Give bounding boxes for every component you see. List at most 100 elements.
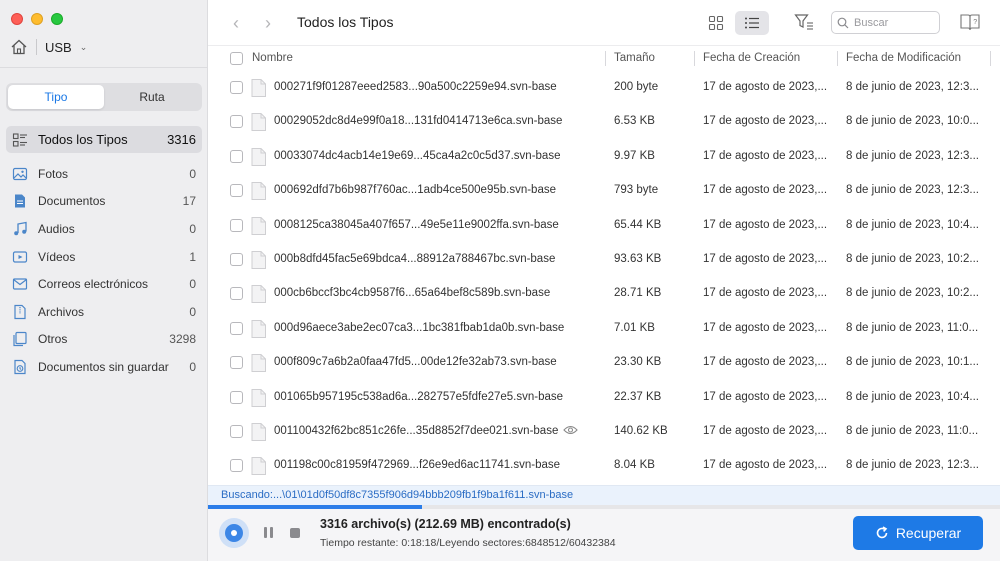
category-label: Todos los Tipos <box>38 132 128 147</box>
row-checkbox[interactable] <box>230 115 243 129</box>
category-label: Vídeos <box>38 249 76 264</box>
forward-button[interactable]: › <box>265 13 271 34</box>
select-all-checkbox[interactable] <box>230 52 243 65</box>
table-row[interactable]: 00029052dc8d4e99f0a18...131fd0414713e6ca… <box>208 105 1000 139</box>
file-size: 793 byte <box>614 184 659 197</box>
tab-tipo[interactable]: Tipo <box>8 85 104 109</box>
table-row[interactable]: 000cb6bccf3bc4cb9587f6...65a64bef8c589b.… <box>208 277 1000 311</box>
row-checkbox[interactable] <box>230 459 243 473</box>
grid-icon <box>708 15 724 31</box>
category-item-correos[interactable]: Correos electrónicos 0 <box>6 270 202 298</box>
table-row[interactable]: 00033074dc4acb14e19e69...45ca4a2c0c5d37.… <box>208 140 1000 174</box>
device-selector[interactable]: USB ⌄ <box>10 36 87 58</box>
file-size: 140.62 KB <box>614 424 668 437</box>
file-name: 000b8dfd45fac5e69bdca4...88912a788467bc.… <box>274 252 556 265</box>
grid-view-button[interactable] <box>705 12 727 34</box>
device-name: USB <box>45 39 72 55</box>
list-view-button[interactable] <box>735 11 769 35</box>
file-name: 001065b957195c538ad6a...282757e5fdfe27e5… <box>274 390 564 403</box>
category-count: 17 <box>182 194 196 209</box>
table-row[interactable]: 000692dfd7b6b987f760ac...1adb4ce500e95b.… <box>208 174 1000 208</box>
row-checkbox[interactable] <box>230 356 243 370</box>
row-checkbox[interactable] <box>230 321 243 335</box>
column-header-size[interactable]: Tamaño <box>614 52 655 64</box>
search-input[interactable] <box>854 16 934 29</box>
page-title: Todos los Tipos <box>297 14 394 30</box>
toolbar: ‹ › Todos los Tipos ? <box>208 0 1000 45</box>
help-button[interactable]: ? <box>959 12 981 35</box>
category-item-todos-los-tipos[interactable]: Todos los Tipos 3316 <box>6 126 202 153</box>
row-checkbox[interactable] <box>230 149 243 163</box>
footer: 3316 archivo(s) (212.69 MB) encontrado(s… <box>208 509 1000 561</box>
file-modified-date: 8 de junio de 2023, 10:4... <box>846 390 979 403</box>
table-row[interactable]: 000b8dfd45fac5e69bdca4...88912a788467bc.… <box>208 243 1000 277</box>
file-created-date: 17 de agosto de 2023,... <box>703 321 828 334</box>
eye-icon[interactable] <box>563 424 578 439</box>
table-row[interactable]: 0008125ca38045a407f657...49e5e11e9002ffa… <box>208 209 1000 243</box>
file-size: 23.30 KB <box>614 356 662 369</box>
svg-text:?: ? <box>973 19 977 26</box>
row-checkbox[interactable] <box>230 184 243 198</box>
file-icon <box>251 285 266 304</box>
photo-icon <box>12 166 28 182</box>
category-label: Fotos <box>38 166 69 181</box>
scan-status-bar: Buscando:...\01\01d0f50df8c7355f906d94bb… <box>208 485 1000 505</box>
tab-ruta[interactable]: Ruta <box>104 85 200 109</box>
other-files-icon <box>12 331 28 347</box>
table-row[interactable]: 000f809c7a6b2a0faa47fd5...00de12fe32ab73… <box>208 346 1000 380</box>
row-checkbox[interactable] <box>230 287 243 301</box>
column-divider[interactable] <box>605 51 606 66</box>
table-row[interactable]: 001100432f62bc851c26fe...35d8852f7dee021… <box>208 415 1000 449</box>
category-item-archivos[interactable]: Archivos 0 <box>6 298 202 326</box>
file-name: 000d96aece3abe2ec07ca3...1bc381fbab1da0b… <box>274 321 565 334</box>
file-created-date: 17 de agosto de 2023,... <box>703 184 828 197</box>
column-divider[interactable] <box>694 51 695 66</box>
close-window-button[interactable] <box>11 13 23 25</box>
column-divider[interactable] <box>990 51 991 66</box>
home-icon[interactable] <box>10 38 28 56</box>
row-checkbox[interactable] <box>230 390 243 404</box>
file-size: 65.44 KB <box>614 218 662 231</box>
row-checkbox[interactable] <box>230 218 243 232</box>
divider <box>36 39 37 55</box>
filter-button[interactable] <box>794 13 814 34</box>
search-icon <box>837 17 849 29</box>
table-row[interactable]: 001198c00c81959f472969...f26e9ed6ac11741… <box>208 449 1000 483</box>
category-label: Audios <box>38 221 75 236</box>
file-icon <box>251 319 266 338</box>
row-checkbox[interactable] <box>230 252 243 266</box>
file-created-date: 17 de agosto de 2023,... <box>703 390 828 403</box>
file-modified-date: 8 de junio de 2023, 12:3... <box>846 81 979 93</box>
category-item-fotos[interactable]: Fotos 0 <box>6 160 202 188</box>
file-name: 001100432f62bc851c26fe...35d8852f7dee021… <box>274 424 559 437</box>
category-item-otros[interactable]: Otros 3298 <box>6 326 202 354</box>
minimize-window-button[interactable] <box>31 13 43 25</box>
scrollbar[interactable] <box>992 45 1000 485</box>
search-field[interactable] <box>831 11 940 34</box>
table-row[interactable]: 000271f9f01287eeed2583...90a500c2259e94.… <box>208 71 1000 105</box>
category-item-videos[interactable]: Vídeos 1 <box>6 243 202 271</box>
file-created-date: 17 de agosto de 2023,... <box>703 424 828 437</box>
table-row[interactable]: 000d96aece3abe2ec07ca3...1bc381fbab1da0b… <box>208 312 1000 346</box>
pause-button[interactable] <box>264 527 273 538</box>
row-checkbox[interactable] <box>230 424 243 438</box>
category-count: 3316 <box>167 132 196 147</box>
column-header-modified[interactable]: Fecha de Modificación <box>846 52 961 64</box>
category-item-audios[interactable]: Audios 0 <box>6 215 202 243</box>
file-modified-date: 8 de junio de 2023, 10:4... <box>846 218 979 231</box>
row-checkbox[interactable] <box>230 81 243 94</box>
help-book-icon: ? <box>960 14 980 31</box>
category-label: Otros <box>38 332 68 347</box>
column-divider[interactable] <box>837 51 838 66</box>
column-header-created[interactable]: Fecha de Creación <box>703 52 800 64</box>
window-controls <box>11 13 63 25</box>
recover-button[interactable]: Recuperar <box>853 516 983 550</box>
zoom-window-button[interactable] <box>51 13 63 25</box>
back-button[interactable]: ‹ <box>233 13 239 34</box>
table-row[interactable]: 001065b957195c538ad6a...282757e5fdfe27e5… <box>208 381 1000 415</box>
file-size: 7.01 KB <box>614 321 655 334</box>
category-item-documentos[interactable]: Documentos 17 <box>6 188 202 216</box>
category-item-documentos-sin-guardar[interactable]: Documentos sin guardar 0 <box>6 353 202 381</box>
column-header-name[interactable]: Nombre <box>252 52 293 64</box>
stop-button[interactable] <box>290 528 300 538</box>
